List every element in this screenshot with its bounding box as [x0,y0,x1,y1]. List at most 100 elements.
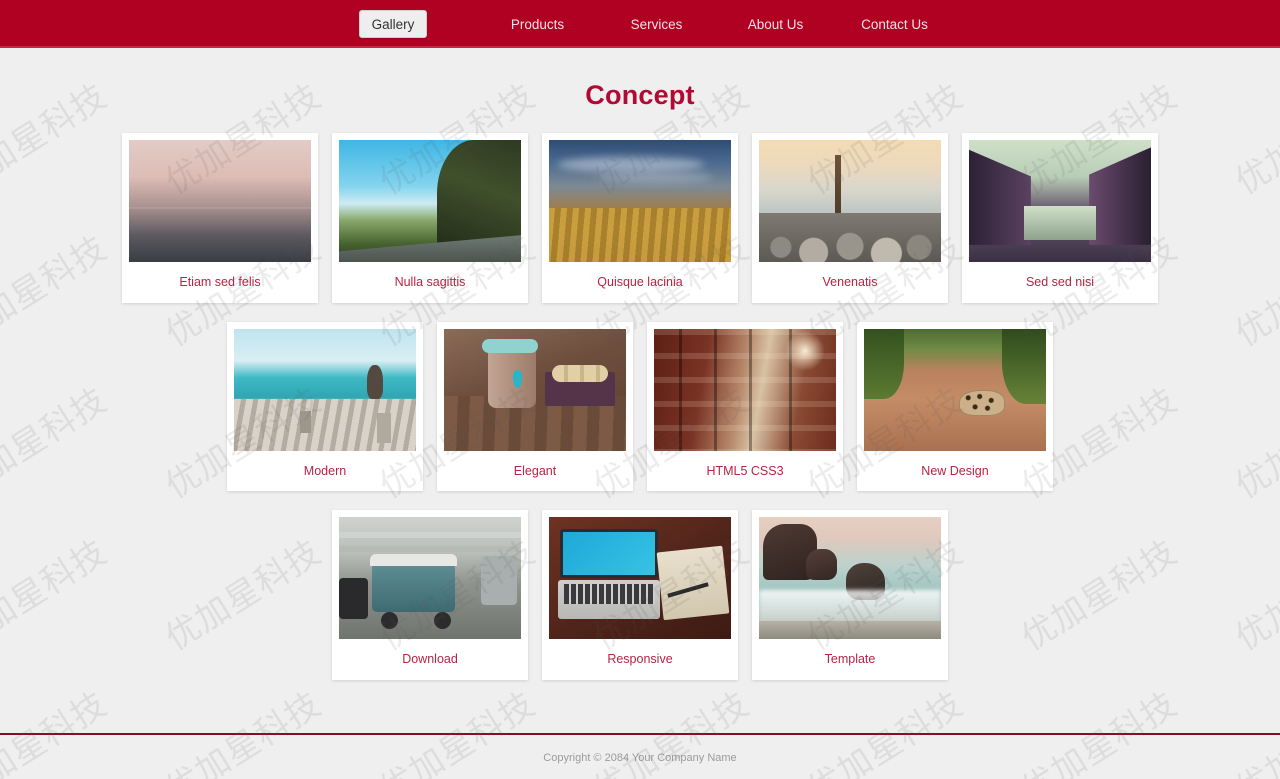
photo-leopard [864,328,1046,451]
gallery-card[interactable]: Download [332,510,528,680]
photo-detail [563,584,655,604]
photo-detail [369,553,458,566]
photo-detail [806,548,838,581]
gallery-caption[interactable]: Venenatis [819,262,882,303]
photo-detail [864,328,905,400]
nav-item-services[interactable]: Services [597,0,716,48]
photo-detail [480,556,518,605]
gallery-thumbnail[interactable] [339,140,521,262]
gallery-thumbnail[interactable] [444,328,626,451]
gallery-card[interactable]: New Design [857,321,1053,492]
gallery-thumbnail[interactable] [654,328,836,451]
photo-stones [759,140,941,262]
photo-detail [371,563,456,613]
photo-detail [129,207,311,210]
photo-detail [367,365,384,400]
gallery-thumbnail[interactable] [339,517,521,639]
photo-detail [759,590,941,622]
photo-detail [1089,147,1151,245]
photo-detail [380,612,398,630]
gallery-card[interactable]: Nulla sagittis [332,133,528,303]
nav-item-label: Contact Us [861,16,928,32]
photo-pelican [234,328,416,451]
photo-detail [487,345,536,408]
photo-detail [376,413,391,444]
gallery-card[interactable]: Responsive [542,510,738,680]
gallery-caption[interactable]: Elegant [510,451,560,492]
gallery-card[interactable]: Quisque lacinia [542,133,738,303]
gallery-card[interactable]: Modern [227,321,423,492]
copyright-text: Copyright © 2084 Your Company Name [543,752,737,764]
photo-field [549,140,731,262]
gallery-caption[interactable]: Download [398,639,462,680]
photo-detail [759,620,941,639]
gallery-caption[interactable]: Template [821,639,880,680]
photo-detail [759,213,941,262]
photo-detail [656,545,729,621]
photo-coffee [444,328,626,451]
photo-canal [969,140,1151,262]
gallery-caption[interactable]: Etiam sed felis [175,262,264,303]
gallery-card[interactable]: Elegant [437,321,633,492]
nav-item-label: Gallery [371,16,415,32]
photo-detail [714,328,718,451]
photo-detail [958,389,1005,416]
photo-detail [549,208,731,262]
photo-detail [339,235,521,262]
photo-detail [299,411,311,434]
gallery-card[interactable]: Etiam sed felis [122,133,318,303]
gallery-caption[interactable]: Responsive [603,639,676,680]
nav-item-products[interactable]: Products [478,0,597,48]
nav-item-label: About Us [747,16,804,32]
gallery-thumbnail[interactable] [759,517,941,639]
gallery-caption[interactable]: Sed sed nisi [1022,262,1098,303]
photo-sea-pink [129,140,311,262]
gallery-thumbnail[interactable] [969,140,1151,262]
gallery-thumbnail[interactable] [864,328,1046,451]
gallery-card[interactable]: Venenatis [752,133,948,303]
photo-van [339,517,521,639]
gallery-thumbnail[interactable] [759,140,941,262]
gallery-row: Etiam sed felis Nulla sagittis Quisque lac… [0,133,1280,303]
photo-detail [594,171,713,183]
gallery-thumbnail[interactable] [234,328,416,451]
gallery-card[interactable]: Sed sed nisi [962,133,1158,303]
gallery-card[interactable]: HTML5 CSS3 [647,321,843,492]
photo-detail [433,612,451,630]
nav-item-label: Products [510,16,565,32]
main-navigation: Gallery Products Services About Us Contact U… [0,0,1280,48]
photo-detail [748,328,752,451]
gallery-caption[interactable]: Modern [300,451,350,492]
page-footer: Copyright © 2084 Your Company Name [0,733,1280,779]
photo-detail [969,149,1031,245]
nav-item-gallery[interactable]: Gallery [359,10,427,38]
photo-detail [1023,205,1097,241]
gallery-caption[interactable]: New Design [917,451,992,492]
photo-beach [759,517,941,639]
gallery-row: Modern Elegant HTML5 CSS3 New Design [0,321,1280,492]
photo-detail [551,365,608,383]
nav-spacer [427,24,478,25]
gallery-thumbnail[interactable] [549,140,731,262]
photo-detail [339,531,521,538]
gallery-grid: Etiam sed felis Nulla sagittis Quisque lac… [0,111,1280,680]
photo-detail [559,529,659,578]
gallery-thumbnail[interactable] [549,517,731,639]
nav-item-contact-us[interactable]: Contact Us [835,0,954,48]
gallery-row: Download Responsive Template [0,510,1280,680]
photo-desk [549,517,731,639]
page-title: Concept [585,80,695,110]
nav-list: Gallery Products Services About Us Contact U… [0,0,1280,48]
gallery-card[interactable]: Template [752,510,948,680]
photo-detail [1002,328,1046,405]
photo-detail [339,578,369,620]
nav-item-label: Services [630,16,683,32]
gallery-caption[interactable]: Nulla sagittis [391,262,470,303]
photo-detail [482,339,539,354]
photo-detail [558,157,704,172]
gallery-caption[interactable]: HTML5 CSS3 [702,451,787,492]
photo-detail [679,328,683,451]
gallery-caption[interactable]: Quisque lacinia [593,262,686,303]
nav-item-about-us[interactable]: About Us [716,0,835,48]
gallery-thumbnail[interactable] [129,140,311,262]
